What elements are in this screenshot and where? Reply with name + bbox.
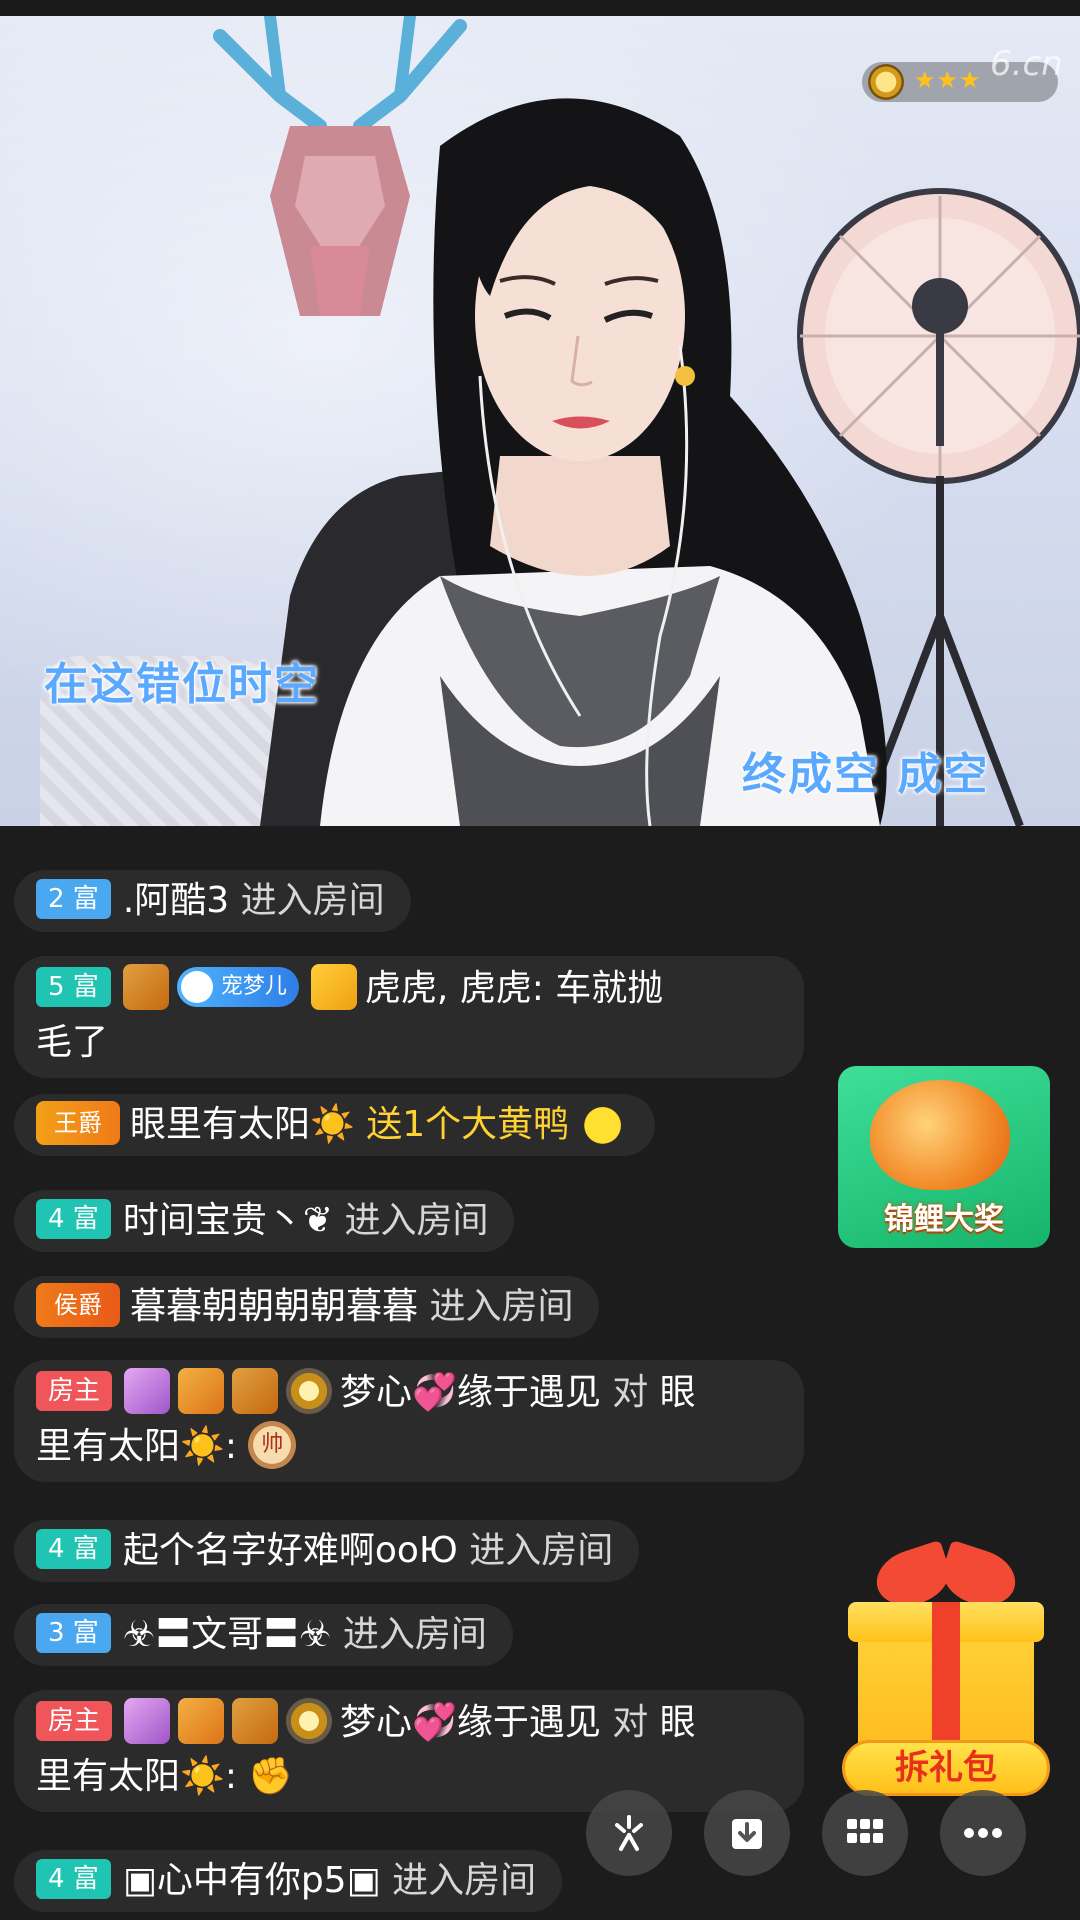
platform-watermark: 6.cn (990, 44, 1063, 84)
fist-emoji-icon: ✊ (248, 1756, 294, 1797)
chat-message: 4 富起个名字好难啊ooЮ 进入房间 (14, 1520, 640, 1582)
more-icon (964, 1828, 1002, 1838)
chat-username[interactable]: 虎虎, (365, 968, 448, 1009)
more-button[interactable] (940, 1790, 1026, 1876)
koi-fish-icon (870, 1080, 1010, 1190)
chat-action: 进入房间 (429, 1286, 574, 1327)
chat-text-continued: 毛了 (36, 1022, 109, 1063)
chat-message: 侯爵 暮暮朝朝朝朝暮暮 进入房间 (14, 1276, 600, 1338)
chat-to: 对 (612, 1702, 649, 1743)
host-badge: 房主 (36, 1371, 113, 1411)
grid-icon (847, 1819, 883, 1843)
lyric-line-right: 终成空 成空 (742, 749, 990, 800)
chat-text: 虎虎: 车就抛 (459, 968, 664, 1009)
medal-icon (286, 1368, 333, 1414)
live-video[interactable]: 在这错位时空 终成空 成空 ★★★ 6.cn (0, 16, 1080, 826)
wealth-level-badge: 5 富 (36, 967, 111, 1007)
chat-target-continued: 里有太阳☀️: (36, 1756, 237, 1797)
host-badge: 房主 (36, 1701, 113, 1741)
top-status-strip (0, 0, 1080, 16)
chat-message: 4 富 ▣心中有你p5▣ 进入房间 (14, 1850, 563, 1912)
chat-message: 2 富 .阿酷3 进入房间 (14, 870, 411, 932)
chat-action: 进入房间 (469, 1530, 614, 1571)
chat-username[interactable]: .阿酷3 (123, 880, 229, 921)
chat-message: 王爵 眼里有太阳☀️ 送1个大黄鸭 (14, 1094, 655, 1156)
chat-username[interactable]: ☣〓文哥〓☣ (123, 1614, 332, 1655)
chat-action: 进入房间 (392, 1860, 537, 1901)
fan-club-badge: 宠梦儿 (176, 967, 299, 1007)
chat-username[interactable]: 梦心💞缘于遇见 (340, 1372, 601, 1413)
car-icon (232, 1698, 279, 1744)
chat-username[interactable]: 暮暮朝朝朝朝暮暮 (130, 1286, 418, 1327)
chat-username[interactable]: 眼里有太阳☀️ (130, 1104, 355, 1145)
chat-username[interactable]: 梦心💞缘于遇见 (340, 1702, 601, 1743)
firework-icon (615, 1815, 643, 1851)
koi-prize-label: 锦鲤大奖 (884, 1202, 1004, 1237)
chat-message: 4 富时间宝贵丶❦ 进入房间 (14, 1190, 515, 1252)
shield-icon (178, 1698, 225, 1744)
grid-menu-button[interactable] (822, 1790, 908, 1876)
chat-action: 进入房间 (240, 880, 385, 921)
noble-title-badge: 王爵 (36, 1101, 120, 1145)
open-gift-pack-button[interactable]: 拆礼包 (836, 1539, 1056, 1800)
car-icon (122, 964, 169, 1010)
wealth-level-badge: 4 富 (36, 1529, 111, 1569)
chat-username[interactable]: 时间宝贵丶❦ (123, 1200, 333, 1241)
chat-target[interactable]: 眼 (660, 1702, 696, 1743)
guardian-icon (124, 1698, 171, 1744)
wealth-level-badge: 2 富 (36, 879, 111, 919)
rank-stars: ★★★ (914, 66, 982, 94)
noble-title-badge: 侯爵 (36, 1283, 120, 1327)
chat-message: 房主 梦心💞缘于遇见 对 眼 里有太阳☀️: 帅 (14, 1360, 804, 1482)
wealth-level-badge: 4 富 (36, 1859, 111, 1899)
shield-icon (178, 1368, 225, 1414)
lyric-line-left: 在这错位时空 (44, 659, 320, 710)
chat-target-continued: 里有太阳☀️: (36, 1426, 237, 1467)
koi-prize-button[interactable]: 锦鲤大奖 (838, 1066, 1050, 1248)
chat-username[interactable]: 起个名字好难啊ooЮ (123, 1530, 458, 1571)
guardian-icon (124, 1368, 171, 1414)
firework-button[interactable] (586, 1790, 672, 1876)
chat-message: 5 富 宠梦儿 虎虎, 虎虎: 车就抛 毛了 (14, 956, 804, 1078)
open-gift-pack-label: 拆礼包 (842, 1740, 1050, 1796)
streamer (260, 98, 887, 826)
chat-action: 进入房间 (344, 1200, 489, 1241)
wealth-level-badge: 4 富 (36, 1199, 111, 1239)
chat-message: 3 富 ☣〓文哥〓☣ 进入房间 (14, 1604, 513, 1666)
chat-target[interactable]: 眼 (660, 1372, 696, 1413)
car-icon (232, 1368, 279, 1414)
chat-username[interactable]: ▣心中有你p5▣ (123, 1860, 381, 1901)
user-card-icon (310, 964, 357, 1010)
wealth-level-badge: 3 富 (36, 1613, 111, 1653)
gift-text: 送1个大黄鸭 (366, 1104, 570, 1145)
download-button[interactable] (704, 1790, 790, 1876)
shuai-emoji-icon: 帅 (248, 1421, 297, 1469)
chat-action: 进入房间 (342, 1614, 487, 1655)
yellow-duck-gift-icon (580, 1099, 629, 1147)
rank-medal-icon (868, 64, 904, 100)
medal-icon (286, 1698, 333, 1744)
chat-to: 对 (612, 1372, 649, 1413)
download-icon (732, 1819, 762, 1849)
chat-message: 房主 梦心💞缘于遇见 对 眼 里有太阳☀️: ✊ (14, 1690, 804, 1812)
